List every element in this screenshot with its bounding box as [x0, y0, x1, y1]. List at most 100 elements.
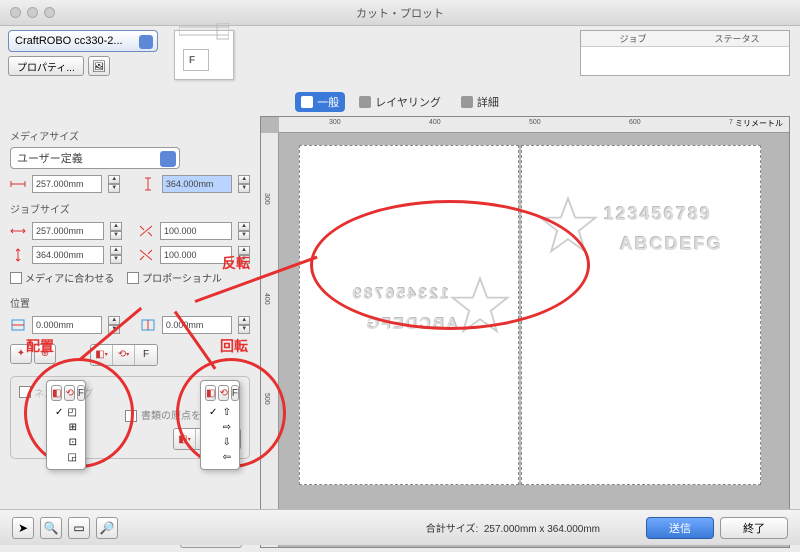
status-col-header: ステータス: [685, 31, 789, 46]
job-queue-panel: ジョブ ステータス: [580, 30, 790, 76]
total-size-readout: 合計サイズ: 257.000mm x 364.000mm: [426, 520, 600, 535]
job-col-header: ジョブ: [581, 31, 685, 46]
window-zoom-icon[interactable]: [44, 7, 55, 18]
job-width-pct-stepper[interactable]: ▲▼: [238, 222, 250, 240]
job-height-pct-input[interactable]: 100.000: [160, 246, 232, 264]
height-icon: [140, 177, 156, 191]
media-width-stepper[interactable]: ▲▼: [108, 175, 120, 193]
design-text-1: 123456789: [604, 204, 712, 225]
pos-y-icon: [140, 318, 156, 332]
rotate-popup-flip[interactable]: F: [231, 385, 239, 401]
placement-menu-button-2[interactable]: ◧▾: [174, 429, 196, 449]
position-label: 位置: [10, 295, 250, 310]
rotate-180-icon: ⇩: [223, 437, 231, 448]
position-y-input[interactable]: 0.000mm: [162, 316, 232, 334]
job-height-input[interactable]: 364.000mm: [32, 246, 104, 264]
page-thumbnail: F: [174, 30, 234, 80]
job-height-stepper[interactable]: ▲▼: [110, 246, 122, 264]
general-icon: [301, 96, 313, 108]
media-width-input[interactable]: 257.000mm: [32, 175, 102, 193]
transform-button-group: ◧▾ ⟲▾ F: [90, 344, 158, 366]
job-size-label: ジョブサイズ: [10, 201, 250, 216]
device-select[interactable]: CraftROBO cc330-2...: [8, 30, 158, 52]
horizontal-ruler: 300 400 500 600 700: [279, 117, 789, 133]
unit-label: ミリメートル: [733, 117, 785, 130]
job-height-pct-stepper[interactable]: ▲▼: [238, 246, 250, 264]
center-h-icon: ⊞: [69, 422, 77, 433]
design-text-mirrored: 123456789: [350, 286, 448, 304]
rotate-270-icon: ⇦: [223, 452, 231, 463]
placement-menu-button[interactable]: ◧▾: [91, 345, 113, 365]
media-height-input[interactable]: 364.000mm: [162, 175, 232, 193]
zoom-selection-tool[interactable]: 🔎: [96, 517, 118, 539]
tab-bar: 一般 レイヤリング 詳細: [0, 92, 800, 112]
bottom-bar: ➤ 🔍 ▭ 🔎 合計サイズ: 257.000mm x 364.000mm 送信 …: [0, 509, 800, 545]
pointer-tool[interactable]: ➤: [12, 517, 34, 539]
rotate-90-icon: ⇨: [223, 422, 231, 433]
properties-button[interactable]: プロパティ...: [8, 56, 84, 76]
zoom-tool[interactable]: 🔍: [40, 517, 62, 539]
preview-area[interactable]: 300 400 500 600 700 ミリメートル 300 400 500 1…: [260, 116, 790, 548]
media-height-stepper[interactable]: ▲▼: [238, 175, 250, 193]
media-preset-select[interactable]: ユーザー定義: [10, 147, 180, 169]
rotate-0-icon: ⇧: [223, 407, 231, 418]
page-1: 123456789 ABCDEFG: [299, 145, 519, 485]
job-height-pct-icon: [138, 248, 154, 262]
job-width-pct-icon: [138, 224, 154, 238]
info-icon-button[interactable]: 🖼: [88, 56, 110, 76]
job-width-pct-input[interactable]: 100.000: [160, 222, 232, 240]
placement-option-center[interactable]: ⊡: [51, 435, 81, 450]
vertical-ruler: 300 400 500: [261, 133, 279, 547]
window-minimize-icon[interactable]: [27, 7, 38, 18]
design-text-mirrored-2: ABCDEFG: [364, 316, 457, 334]
sidebar: メディアサイズ ユーザー定義 257.000mm ▲▼ 364.000mm ▲▼…: [0, 112, 260, 552]
done-button[interactable]: 終了: [720, 517, 788, 539]
cutter-icon: [179, 23, 229, 41]
rotate-popup-trigger[interactable]: ◧: [205, 385, 216, 401]
job-width-stepper[interactable]: ▲▼: [110, 222, 122, 240]
job-height-icon: [10, 248, 26, 262]
job-width-icon: [10, 224, 26, 238]
placement-popup-trigger-2[interactable]: ⟲: [64, 385, 74, 401]
design-text-2: ABCDEFG: [620, 234, 723, 255]
star-shape-mirrored: [450, 276, 510, 336]
position-y-stepper[interactable]: ▲▼: [238, 316, 250, 334]
placement-popup-flip[interactable]: F: [77, 385, 85, 401]
tab-general[interactable]: 一般: [295, 92, 345, 112]
star-shape: [538, 196, 598, 256]
rotate-option-180[interactable]: ⇩: [205, 435, 235, 450]
position-x-input[interactable]: 0.000mm: [32, 316, 102, 334]
corner-br-icon: ◲: [68, 452, 77, 463]
corner-tl-icon: ◰: [68, 407, 77, 418]
send-button[interactable]: 送信: [646, 517, 714, 539]
window-title: カット・プロット: [356, 5, 444, 21]
rotate-popup-trigger-2[interactable]: ⟲: [218, 385, 228, 401]
advanced-icon: [461, 96, 473, 108]
width-icon: [10, 177, 26, 191]
window-close-icon[interactable]: [10, 7, 21, 18]
position-x-stepper[interactable]: ▲▼: [108, 316, 120, 334]
placement-popup-menu[interactable]: ◧⟲F ✓◰ ⊞ ⊡ ◲: [46, 380, 86, 470]
placement-popup-trigger[interactable]: ◧: [51, 385, 62, 401]
flip-button[interactable]: F: [135, 345, 157, 365]
placement-option-center-h[interactable]: ⊞: [51, 420, 81, 435]
center-button[interactable]: ⊕: [34, 344, 56, 364]
placement-option-tl[interactable]: ✓◰: [51, 405, 81, 420]
page-2: 123456789 ABCDEFG: [521, 145, 761, 485]
placement-option-br[interactable]: ◲: [51, 450, 81, 465]
pos-x-icon: [10, 318, 26, 332]
center-icon: ⊡: [69, 437, 77, 448]
rotate-option-270[interactable]: ⇦: [205, 450, 235, 465]
proportional-checkbox[interactable]: プロポーショナル: [127, 270, 222, 285]
interactive-button[interactable]: ✦: [10, 344, 32, 364]
rotate-option-0[interactable]: ✓⇧: [205, 405, 235, 420]
job-width-input[interactable]: 257.000mm: [32, 222, 104, 240]
fit-view-tool[interactable]: ▭: [68, 517, 90, 539]
tab-layering[interactable]: レイヤリング: [353, 92, 447, 112]
fit-media-checkbox[interactable]: メディアに合わせる: [10, 270, 114, 285]
rotate-popup-menu[interactable]: ◧⟲F ✓⇧ ⇨ ⇩ ⇦: [200, 380, 240, 470]
device-select-value: CraftROBO cc330-2...: [15, 35, 123, 47]
rotate-option-90[interactable]: ⇨: [205, 420, 235, 435]
rotate-menu-button[interactable]: ⟲▾: [113, 345, 135, 365]
tab-advanced[interactable]: 詳細: [455, 92, 505, 112]
